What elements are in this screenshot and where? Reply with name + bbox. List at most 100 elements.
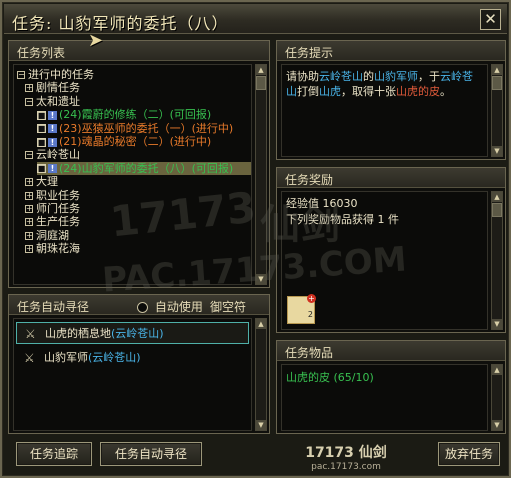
auto-path-button[interactable]: 任务自动寻径	[100, 442, 202, 466]
auto-path-region: (云岭苍山)	[88, 351, 141, 364]
auto-path-row[interactable]: ⚔ 山虎的栖息地(云岭苍山)	[16, 322, 249, 344]
quest-hint-segment: 的	[363, 70, 374, 83]
auto-use-toggle[interactable]: 自动使用	[137, 298, 203, 315]
footer-watermark-logo: 17173 仙剑	[305, 445, 387, 461]
quest-tree-row[interactable]: − 云岭苍山	[25, 148, 80, 161]
quest-info-icon: !	[48, 110, 57, 120]
quest-tree-label: 太和遗址	[36, 94, 80, 108]
quest-status-icon: ■	[37, 124, 46, 134]
collapse-icon[interactable]: −	[25, 151, 33, 160]
auto-path-region: (云岭苍山)	[111, 327, 164, 340]
expand-icon[interactable]: +	[25, 231, 33, 240]
expand-icon[interactable]: +	[25, 205, 33, 213]
quest-tree-label: 朝珠花海	[36, 242, 80, 256]
quest-items-header: 任务物品	[277, 341, 505, 361]
quest-list-title: 任务列表	[17, 46, 66, 60]
quest-status-icon: ■	[37, 164, 46, 174]
footer-watermark: 17173 仙剑 pac.17173.com	[296, 442, 396, 472]
quest-status-icon: ■	[37, 110, 46, 120]
auto-use-label: 自动使用	[154, 300, 203, 314]
quest-tree-row[interactable]: − 太和遗址	[25, 95, 80, 108]
scroll-thumb[interactable]	[492, 76, 502, 90]
quest-hint-title: 任务提示	[285, 46, 334, 60]
quest-tree-label: 洞庭湖	[36, 228, 69, 242]
quest-hint-segment[interactable]: 山虎	[319, 85, 341, 98]
quest-hint-segment: ，于	[418, 70, 440, 83]
footer-watermark-site: pac.17173.com	[311, 462, 381, 472]
quest-tree: − 进行中的任务 + 剧情任务 − 太和遗址 ■! (24)霞蔚的修练（二）(可回报) ■! (2…	[13, 64, 252, 285]
quest-list-header: 任务列表	[9, 41, 269, 61]
quest-hint-header: 任务提示	[277, 41, 505, 61]
quest-reward-panel: 任务奖励 经验值 16030 下列奖励物品获得 1 件 + 2 ▲ ▼	[276, 167, 506, 333]
auto-path-row[interactable]: ⚔ 山豹军师(云岭苍山)	[16, 347, 249, 369]
abandon-quest-button[interactable]: 放弃任务	[438, 442, 500, 466]
collapse-icon[interactable]: −	[17, 71, 25, 79]
reward-item-slot[interactable]: + 2	[287, 294, 316, 324]
scroll-thumb[interactable]	[492, 203, 502, 217]
quest-tree-label: (24)霞蔚的修练（二）(可回报)	[59, 108, 212, 122]
quest-tree-row[interactable]: + 生产任务	[25, 215, 80, 228]
exp-reward: 经验值 16030	[286, 197, 358, 210]
quest-tree-row[interactable]: + 师门任务	[25, 202, 80, 215]
quest-tree-label: 师门任务	[36, 202, 80, 215]
quest-reward-scrollbar[interactable]: ▲ ▼	[491, 191, 503, 330]
scroll-down-arrow[interactable]: ▼	[492, 319, 502, 329]
quest-tree-row[interactable]: ■! (24)山豹军师的委托（八）(可回报)	[37, 161, 251, 175]
auto-path-panel: 任务自动寻径 自动使用 御空符 ⚔ 山虎的栖息地(云岭苍山) ⚔ 山豹军师(云岭苍山)…	[8, 294, 270, 434]
quest-tree-row[interactable]: ■! (24)霞蔚的修练（二）(可回报)	[37, 108, 211, 121]
track-quest-button[interactable]: 任务追踪	[16, 442, 92, 466]
quest-items-title: 任务物品	[285, 346, 334, 360]
quest-reward-header: 任务奖励	[277, 168, 505, 188]
expand-icon[interactable]: +	[25, 84, 33, 93]
expand-icon[interactable]: +	[25, 218, 33, 227]
scroll-down-arrow[interactable]: ▼	[492, 420, 502, 430]
title-bar[interactable]: 任务: 山豹军师的委托（八） ✕	[4, 4, 507, 34]
scroll-up-arrow[interactable]: ▲	[256, 319, 266, 329]
quest-hint-segment[interactable]: 云岭苍山	[319, 70, 363, 83]
quest-tree-label: (24)山豹军师的委托（八）(可回报)	[59, 161, 234, 175]
scroll-down-arrow[interactable]: ▼	[256, 274, 266, 284]
quest-item-progress: (65/10)	[333, 371, 374, 384]
scroll-down-arrow[interactable]: ▼	[492, 146, 502, 156]
quest-hint-segment[interactable]: 山豹军师	[374, 70, 418, 83]
quest-tree-label: 生产任务	[36, 215, 80, 229]
quest-tree-row[interactable]: ■! (23)巫猿巫师的委托（一）(进行中)	[37, 122, 233, 135]
scroll-down-arrow[interactable]: ▼	[256, 420, 266, 430]
collapse-icon[interactable]: −	[25, 97, 33, 106]
auto-path-place: 山虎的栖息地	[45, 327, 111, 340]
quest-tree-row[interactable]: + 洞庭湖	[25, 229, 69, 242]
quest-tree-label: (23)巫猿巫师的委托（一）(进行中)	[59, 121, 234, 135]
quest-tree-row[interactable]: + 大理	[25, 175, 58, 188]
quest-tree-row[interactable]: + 剧情任务	[25, 81, 80, 94]
auto-path-scrollbar[interactable]: ▲ ▼	[255, 318, 267, 431]
quest-info-icon: !	[48, 124, 57, 134]
scroll-up-arrow[interactable]: ▲	[492, 65, 502, 75]
auto-use-checkbox[interactable]	[137, 302, 148, 313]
quest-hint-segment: 请协助	[286, 70, 319, 83]
expand-icon[interactable]: +	[25, 245, 33, 254]
quest-tree-row[interactable]: + 朝珠花海	[25, 242, 80, 255]
quest-status-icon: ■	[37, 137, 46, 147]
quest-tree-label: (21)魂晶的秘密（二）(进行中)	[59, 135, 212, 148]
quest-list-panel: 任务列表 − 进行中的任务 + 剧情任务 − 太和遗址 ■! (24)霞蔚的修练（二）(可回报…	[8, 40, 270, 288]
quest-items-scrollbar[interactable]: ▲ ▼	[491, 364, 503, 431]
quest-info-icon: !	[48, 164, 57, 174]
quest-hint-scrollbar[interactable]: ▲ ▼	[491, 64, 503, 157]
plus-icon: +	[307, 294, 316, 303]
quest-tree-row[interactable]: − 进行中的任务	[17, 68, 94, 81]
close-button[interactable]: ✕	[480, 9, 501, 30]
quest-tree-row[interactable]: + 职业任务	[25, 189, 80, 202]
expand-icon[interactable]: +	[25, 178, 33, 187]
scroll-up-arrow[interactable]: ▲	[256, 65, 266, 75]
quest-info-icon: !	[48, 137, 57, 147]
cursor-icon: ➤	[88, 30, 104, 51]
quest-items-area: 山虎的皮 (65/10)	[281, 364, 488, 431]
quest-reward-title: 任务奖励	[285, 173, 334, 187]
scroll-up-arrow[interactable]: ▲	[492, 192, 502, 202]
expand-icon[interactable]: +	[25, 191, 33, 200]
scroll-thumb[interactable]	[256, 76, 266, 90]
quest-tree-label: 进行中的任务	[28, 68, 94, 81]
scroll-up-arrow[interactable]: ▲	[492, 365, 502, 375]
quest-tree-row[interactable]: ■! (21)魂晶的秘密（二）(进行中)	[37, 135, 211, 148]
quest-list-scrollbar[interactable]: ▲ ▼	[255, 64, 267, 285]
